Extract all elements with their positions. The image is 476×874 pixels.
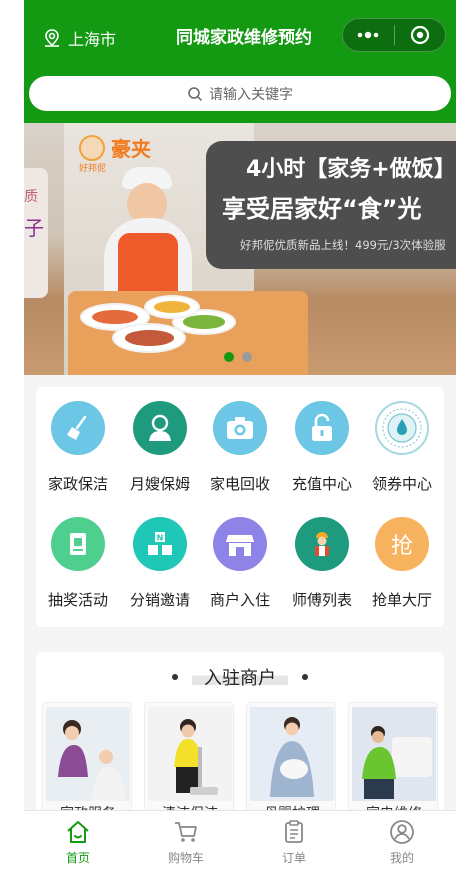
- app-frame: 上海市 同城家政维修预约 请输入关键字 质 子 豪夹 好邦伲 4小时【家务+做饭…: [24, 0, 456, 874]
- tab-label: 购物车: [167, 851, 204, 865]
- service-item-cleaning[interactable]: 家政保洁: [38, 387, 118, 497]
- search-placeholder: 请输入关键字: [209, 86, 293, 103]
- service-label: 抽奖活动: [47, 591, 108, 609]
- grab-order-icon: 抢: [375, 517, 429, 571]
- merchant-photo: [250, 707, 334, 801]
- bottom-tab-bar: 首页 购物车 订单 我的: [24, 810, 456, 874]
- merchant-section: 入驻商户 家政服务 清洁保洁: [36, 652, 444, 832]
- service-item-merchant-join[interactable]: 商户入住: [200, 503, 280, 613]
- merchant-title-text: 入驻商户: [192, 664, 288, 690]
- search-bar[interactable]: 请输入关键字: [29, 76, 451, 111]
- title-bullet-left: [172, 674, 178, 680]
- merchant-photo: [148, 707, 232, 801]
- target-circle-icon: [410, 25, 429, 45]
- worker-icon: [295, 517, 349, 571]
- location-selector[interactable]: 上海市: [42, 24, 116, 52]
- merchant-photo: [46, 707, 130, 801]
- nanny-icon: [133, 401, 187, 455]
- service-grid: 家政保洁 月嫂保姆 家电回收 充值中心 领券中心 抽奖活动 N 分销邀请 商户入…: [36, 387, 444, 627]
- dish-plate-4: [144, 295, 200, 319]
- carousel-indicator: [224, 352, 252, 362]
- header: 上海市 同城家政维修预约 请输入关键字: [24, 0, 456, 123]
- home-icon: [67, 821, 89, 843]
- service-item-grab-orders[interactable]: 抢 抢单大厅: [362, 503, 442, 613]
- tab-profile[interactable]: 我的: [348, 811, 456, 874]
- brand-logo: 豪夹 好邦伲: [79, 133, 151, 174]
- location-pin-icon: [45, 29, 59, 47]
- service-item-lottery[interactable]: 抽奖活动: [38, 503, 118, 613]
- miniprogram-capsule: [342, 18, 446, 52]
- brand-small-text: 好邦伲: [79, 164, 107, 174]
- location-text: 上海市: [68, 30, 117, 49]
- order-list-icon: [285, 820, 303, 843]
- service-label: 家电回收: [209, 475, 270, 493]
- service-item-distribution-invite[interactable]: N 分销邀请: [120, 503, 200, 613]
- user-icon: [390, 820, 414, 844]
- service-label: 分销邀请: [129, 591, 190, 609]
- peek-text-2: 子: [24, 216, 44, 240]
- title-bullet-right: [302, 674, 308, 680]
- service-label: 领券中心: [371, 475, 432, 493]
- service-item-appliance-recycle[interactable]: 家电回收: [200, 387, 280, 497]
- storefront-icon: [213, 517, 267, 571]
- merchant-section-title: 入驻商户: [36, 664, 444, 690]
- broom-icon: [51, 401, 105, 455]
- grab-order-glyph: 抢: [390, 534, 413, 559]
- tab-label: 订单: [281, 851, 306, 865]
- svg-text:N: N: [157, 534, 164, 543]
- tab-label: 首页: [65, 851, 90, 865]
- close-miniprogram-button[interactable]: [394, 18, 445, 52]
- carousel-dot-1[interactable]: [224, 352, 234, 362]
- unlock-icon: [295, 401, 349, 455]
- promo-subline: 好邦伲优质新品上线！499元/3次体验服: [240, 238, 446, 252]
- page-title: 同城家政维修预约: [176, 28, 312, 48]
- service-label: 月嫂保姆: [129, 475, 190, 493]
- tab-cart[interactable]: 购物车: [132, 811, 240, 874]
- promo-text-panel: 4小时【家务+做饭】 享受居家好“食”光 好邦伲优质新品上线！499元/3次体验…: [206, 141, 456, 269]
- brand-avatar: [79, 134, 105, 161]
- lottery-bag-icon: [51, 517, 105, 571]
- service-label: 抢单大厅: [371, 591, 432, 609]
- peek-text-1: 质: [24, 189, 38, 205]
- tab-home[interactable]: 首页: [24, 811, 132, 874]
- service-item-recharge[interactable]: 充值中心: [282, 387, 362, 497]
- tab-orders[interactable]: 订单: [240, 811, 348, 874]
- promo-headline-2: 享受居家好“食”光: [222, 195, 422, 223]
- promo-banner[interactable]: 质 子 豪夹 好邦伲 4小时【家务+做饭】 享受居家好“食”光 好邦伲优质新品上…: [24, 123, 456, 375]
- service-item-nanny[interactable]: 月嫂保姆: [120, 387, 200, 497]
- service-label: 商户入住: [209, 591, 270, 609]
- promo-headline-1: 4小时【家务+做饭】: [246, 157, 456, 182]
- service-label: 充值中心: [291, 475, 352, 493]
- merchant-photo: [352, 707, 436, 801]
- search-icon: [188, 86, 203, 101]
- previous-slide-peek: 质 子: [24, 168, 48, 298]
- more-menu-button[interactable]: [343, 18, 394, 52]
- invite-blocks-icon: N: [133, 517, 187, 571]
- cart-icon: [175, 822, 197, 842]
- brand-name: 豪夹: [111, 137, 151, 161]
- service-item-worker-list[interactable]: 师傅列表: [282, 503, 362, 613]
- coupon-drop-icon: [375, 401, 429, 455]
- menu-dots-icon: [357, 31, 379, 39]
- carousel-dot-2[interactable]: [242, 352, 252, 362]
- service-label: 师傅列表: [291, 591, 352, 609]
- service-item-coupons[interactable]: 领券中心: [362, 387, 442, 497]
- tab-label: 我的: [389, 851, 414, 865]
- service-label: 家政保洁: [47, 475, 108, 493]
- camera-icon: [213, 401, 267, 455]
